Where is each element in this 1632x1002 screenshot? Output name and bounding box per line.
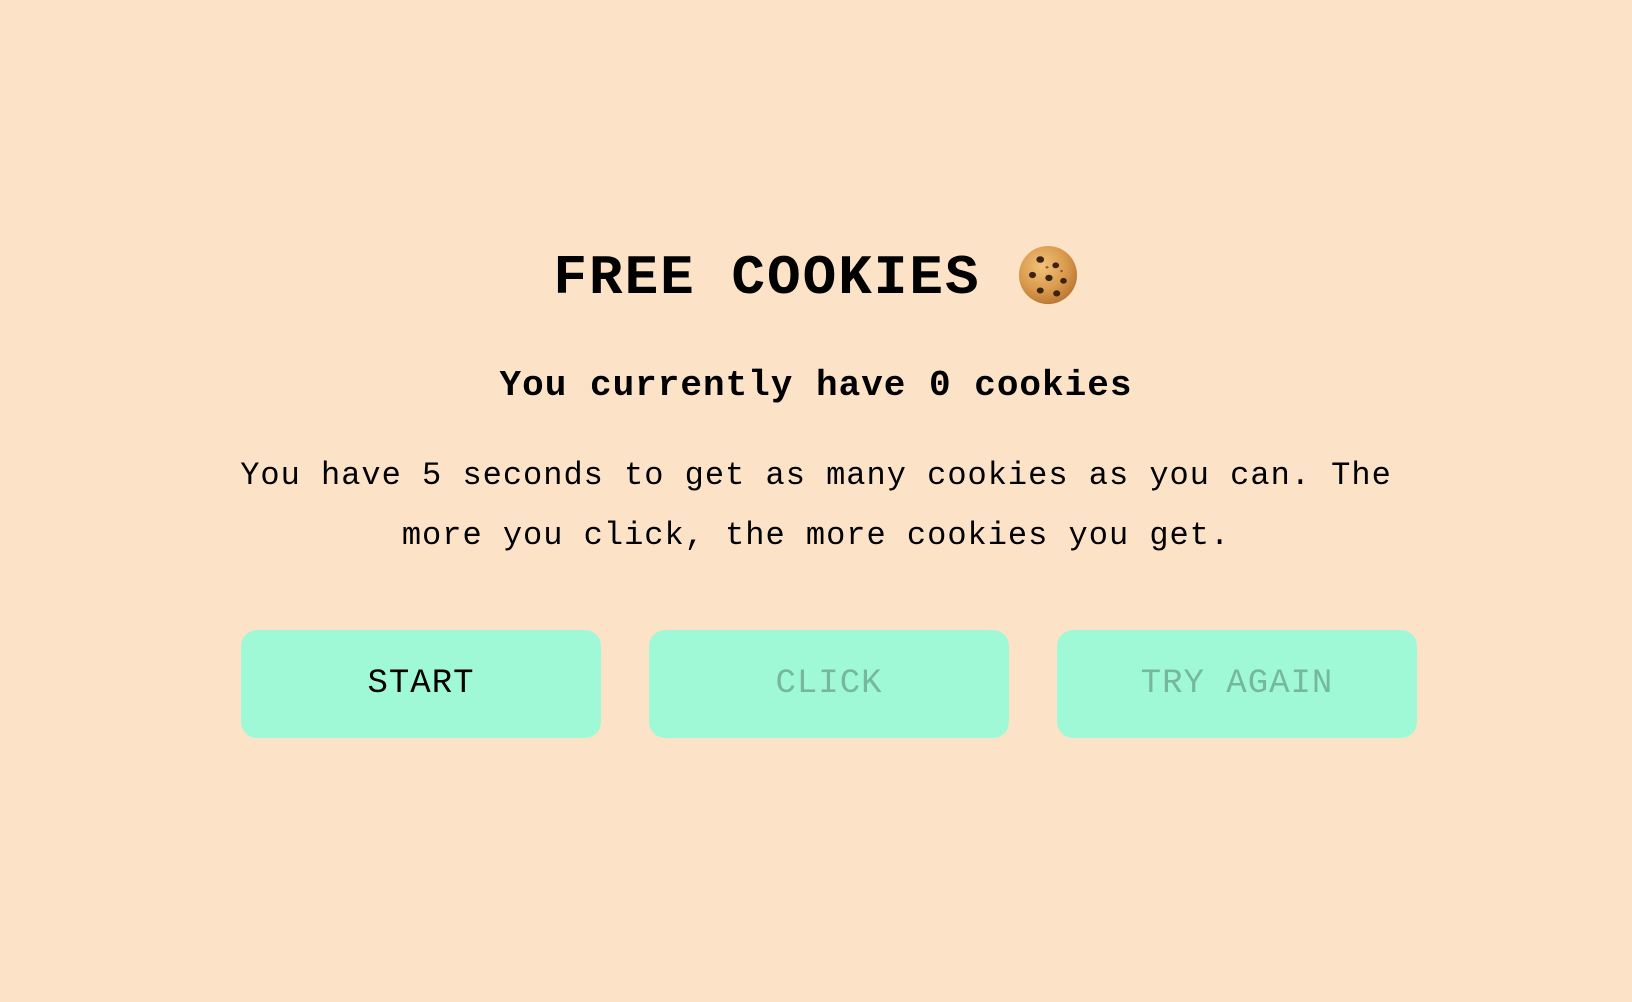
button-row: START CLICK TRY AGAIN	[241, 630, 1418, 738]
try-again-button[interactable]: TRY AGAIN	[1057, 630, 1417, 738]
cookie-count: You currently have 0 cookies	[499, 365, 1133, 406]
game-page: FREE COOKIES You currently have 0 cookie…	[0, 0, 1632, 1002]
click-button[interactable]: CLICK	[649, 630, 1009, 738]
start-button[interactable]: START	[241, 630, 601, 738]
page-title-text: FREE COOKIES	[553, 246, 981, 311]
cookie-icon	[1018, 246, 1077, 305]
instructions-text: You have 5 seconds to get as many cookie…	[240, 457, 1392, 554]
page-title: FREE COOKIES	[0, 238, 1632, 318]
